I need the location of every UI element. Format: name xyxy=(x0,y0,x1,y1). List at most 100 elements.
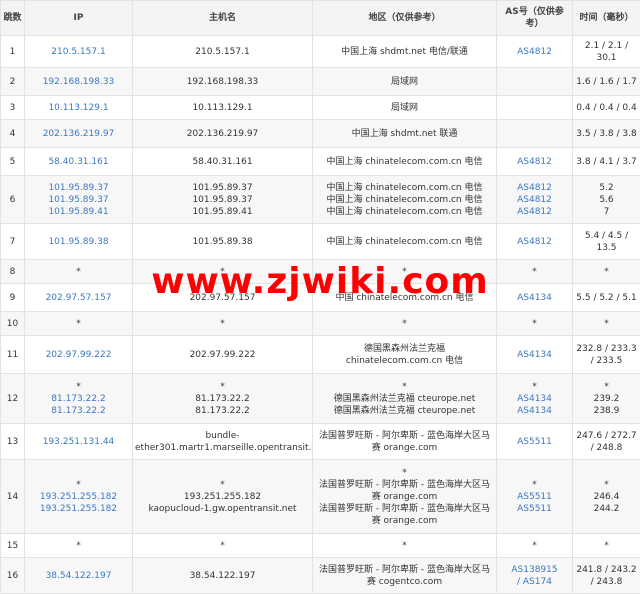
time-cell-line: 5.5 / 5.2 / 5.1 xyxy=(575,292,638,304)
ip-cell-link[interactable]: 38.54.122.197 xyxy=(27,570,130,582)
time-cell-line: 5.2 xyxy=(575,182,638,194)
as-cell-link[interactable]: AS4134 xyxy=(499,292,570,304)
ip-cell-link[interactable]: 192.168.198.33 xyxy=(27,76,130,88)
time-cell: 3.5 / 3.8 / 3.8 xyxy=(573,120,640,148)
ip-cell-link[interactable]: 81.173.22.2 xyxy=(27,405,130,417)
host-cell-line: 101.95.89.41 xyxy=(135,206,310,218)
host-cell-line: 202.97.99.222 xyxy=(135,349,310,361)
host-cell-line: ether301.martr1.marseille.opentransit.ne… xyxy=(135,442,310,454)
ip-cell-link[interactable]: 193.251.255.182 xyxy=(27,491,130,503)
table-row: 1210.5.157.1210.5.157.1中国上海 shdmt.net 电信… xyxy=(1,36,640,68)
ip-cell: * xyxy=(25,534,133,558)
ip-cell-link[interactable]: 202.97.57.157 xyxy=(27,292,130,304)
as-cell-link[interactable]: AS4812 xyxy=(499,206,570,218)
time-cell-line: 2.1 / 2.1 / xyxy=(575,40,638,52)
region-cell: *德国黑森州法兰克福 cteurope.net德国黑森州法兰克福 cteurop… xyxy=(313,374,497,424)
time-cell-line: 13.5 xyxy=(575,242,638,254)
ip-cell-link[interactable]: 210.5.157.1 xyxy=(27,46,130,58)
col-header-as: AS号（仅供参考） xyxy=(497,1,573,36)
ip-cell-link[interactable]: 193.251.131.44 xyxy=(27,436,130,448)
ip-cell-link[interactable]: 101.95.89.41 xyxy=(27,206,130,218)
ip-cell-link[interactable]: 202.97.99.222 xyxy=(27,349,130,361)
as-cell: AS4812 xyxy=(497,148,573,176)
region-cell-line: 法国普罗旺斯 - 阿尔卑斯 - 蓝色海岸大区马 xyxy=(315,479,494,491)
ip-cell: *193.251.255.182193.251.255.182 xyxy=(25,460,133,534)
ip-cell-link[interactable]: 202.136.219.97 xyxy=(27,128,130,140)
table-body: 1210.5.157.1210.5.157.1中国上海 shdmt.net 电信… xyxy=(1,36,640,594)
ip-cell-link[interactable]: 81.173.22.2 xyxy=(27,393,130,405)
as-cell-link[interactable]: / AS174 xyxy=(499,576,570,588)
as-cell-link[interactable]: AS5511 xyxy=(499,491,570,503)
as-cell-link[interactable]: AS4134 xyxy=(499,405,570,417)
as-cell: AS4134 xyxy=(497,284,573,312)
ip-cell: 210.5.157.1 xyxy=(25,36,133,68)
host-cell: * xyxy=(133,312,313,336)
table-row: 6101.95.89.37101.95.89.37101.95.89.41101… xyxy=(1,176,640,224)
table-row: 2192.168.198.33192.168.198.33局域网1.6 / 1.… xyxy=(1,68,640,96)
as-cell-link[interactable]: AS4812 xyxy=(499,194,570,206)
traceroute-table: 跳数 IP 主机名 地区（仅供参考） AS号（仅供参考） 时间（毫秒） 1210… xyxy=(0,0,640,594)
time-cell-line: / 233.5 xyxy=(575,355,638,367)
hop-cell: 7 xyxy=(1,224,25,260)
as-cell-link[interactable]: AS4134 xyxy=(499,349,570,361)
as-cell-link[interactable]: AS4812 xyxy=(499,182,570,194)
as-cell-link[interactable]: AS5511 xyxy=(499,503,570,515)
ip-cell-line: * xyxy=(27,266,130,278)
host-cell-line: 101.95.89.38 xyxy=(135,236,310,248)
ip-cell-link[interactable]: 58.40.31.161 xyxy=(27,156,130,168)
as-cell-link[interactable]: AS4134 xyxy=(499,393,570,405)
ip-cell-line: * xyxy=(27,479,130,491)
as-cell: * xyxy=(497,260,573,284)
region-cell-line: * xyxy=(315,266,494,278)
region-cell-line: 德国黑森州法兰克福 xyxy=(315,343,494,355)
region-cell-line: 赛 cogentco.com xyxy=(315,576,494,588)
ip-cell-link[interactable]: 101.95.89.37 xyxy=(27,182,130,194)
ip-cell: 58.40.31.161 xyxy=(25,148,133,176)
region-cell: * xyxy=(313,534,497,558)
table-row: 4202.136.219.97202.136.219.97中国上海 shdmt.… xyxy=(1,120,640,148)
region-cell-line: * xyxy=(315,540,494,552)
time-cell: 5.25.67 xyxy=(573,176,640,224)
region-cell: 中国上海 chinatelecom.com.cn 电信 xyxy=(313,224,497,260)
col-header-time: 时间（毫秒） xyxy=(573,1,640,36)
time-cell: 241.8 / 243.2/ 243.8 xyxy=(573,558,640,594)
table-row: 8***** xyxy=(1,260,640,284)
time-cell: * xyxy=(573,260,640,284)
time-cell: 1.6 / 1.6 / 1.7 xyxy=(573,68,640,96)
region-cell-line: 赛 orange.com xyxy=(315,442,494,454)
ip-cell-line: * xyxy=(27,318,130,330)
host-cell-line: * xyxy=(135,381,310,393)
ip-cell-link[interactable]: 193.251.255.182 xyxy=(27,503,130,515)
as-cell-link[interactable]: AS4812 xyxy=(499,236,570,248)
as-cell-link[interactable]: AS4812 xyxy=(499,156,570,168)
host-cell-line: 192.168.198.33 xyxy=(135,76,310,88)
hop-cell: 14 xyxy=(1,460,25,534)
ip-cell-link[interactable]: 10.113.129.1 xyxy=(27,102,130,114)
host-cell-line: * xyxy=(135,318,310,330)
host-cell-line: 10.113.129.1 xyxy=(135,102,310,114)
ip-cell-link[interactable]: 101.95.89.37 xyxy=(27,194,130,206)
region-cell: 局域网 xyxy=(313,96,497,120)
col-header-hop: 跳数 xyxy=(1,1,25,36)
as-cell-link[interactable]: AS5511 xyxy=(499,436,570,448)
as-cell-link[interactable]: AS4812 xyxy=(499,46,570,58)
ip-cell-link[interactable]: 101.95.89.38 xyxy=(27,236,130,248)
col-header-region: 地区（仅供参考） xyxy=(313,1,497,36)
time-cell: 5.5 / 5.2 / 5.1 xyxy=(573,284,640,312)
as-cell-link[interactable]: AS138915 xyxy=(499,564,570,576)
as-cell: * xyxy=(497,312,573,336)
table-row: 10***** xyxy=(1,312,640,336)
time-cell-line: 0.4 / 0.4 / 0.4 xyxy=(575,102,638,114)
host-cell: *81.173.22.281.173.22.2 xyxy=(133,374,313,424)
time-cell-line: 1.6 / 1.6 / 1.7 xyxy=(575,76,638,88)
region-cell-line: * xyxy=(315,467,494,479)
table-row: 15***** xyxy=(1,534,640,558)
time-cell-line: * xyxy=(575,381,638,393)
host-cell-line: 81.173.22.2 xyxy=(135,405,310,417)
time-cell: *246.4244.2 xyxy=(573,460,640,534)
time-cell-line: 239.2 xyxy=(575,393,638,405)
region-cell-line: 中国 chinatelecom.com.cn 电信 xyxy=(315,292,494,304)
host-cell: 202.136.219.97 xyxy=(133,120,313,148)
region-cell-line: chinatelecom.com.cn 电信 xyxy=(315,355,494,367)
as-cell-line: * xyxy=(499,381,570,393)
